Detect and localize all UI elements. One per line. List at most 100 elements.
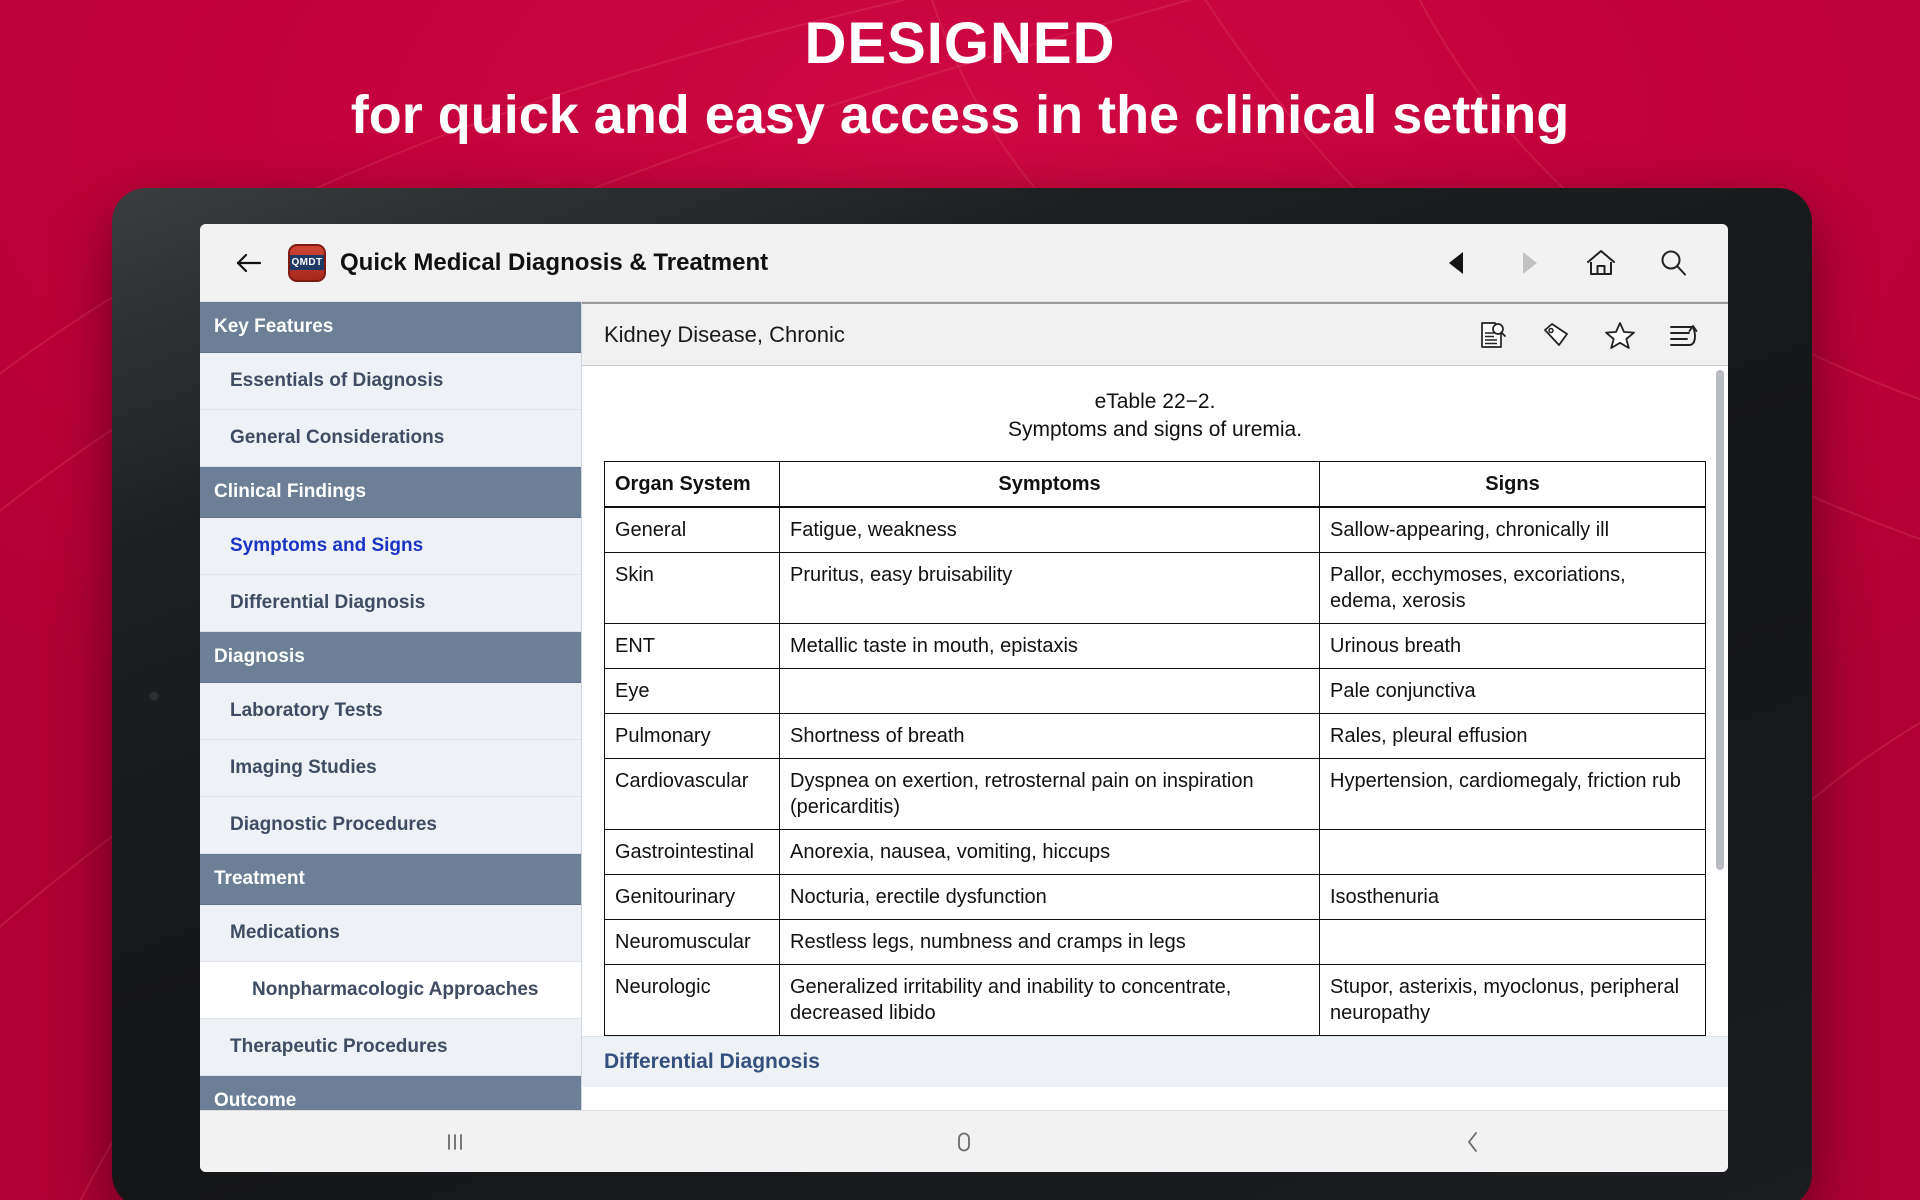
- cell-signs: Hypertension, cardiomegaly, friction rub: [1319, 757, 1706, 830]
- star-glyph: [1605, 321, 1635, 349]
- cell-organ-system: ENT: [604, 622, 780, 669]
- bullet-prefix: See: [638, 1108, 679, 1110]
- promo-headline-line2: for quick and easy access in the clinica…: [350, 84, 1570, 145]
- cell-symptoms: Metallic taste in mouth, epistaxis: [779, 622, 1320, 669]
- cell-symptoms: Generalized irritability and inability t…: [779, 963, 1320, 1036]
- sidebar-group-treatment: Treatment: [200, 854, 581, 905]
- table-row: Gastrointestinal Anorexia, nausea, vomit…: [604, 828, 1706, 875]
- tag-icon[interactable]: [1538, 317, 1574, 353]
- cell-symptoms: [779, 667, 1320, 714]
- document-search-icon[interactable]: [1474, 317, 1510, 353]
- cell-organ-system: Gastrointestinal: [604, 828, 780, 875]
- sidebar-item-therapeutic-procedures[interactable]: Therapeutic Procedures: [200, 1019, 581, 1076]
- sidebar-group-clinical-findings: Clinical Findings: [200, 467, 581, 518]
- sidebar-item-diagnostic-procedures[interactable]: Diagnostic Procedures: [200, 797, 581, 854]
- recents-icon: [447, 1133, 462, 1150]
- document-header: Kidney Disease, Chronic: [582, 302, 1728, 366]
- cell-signs: Stupor, asterixis, myoclonus, peripheral…: [1319, 963, 1706, 1036]
- app-title: Quick Medical Diagnosis & Treatment: [340, 248, 769, 276]
- sidebar-group-key-features: Key Features: [200, 302, 581, 353]
- cell-symptoms: Nocturia, erectile dysfunction: [779, 873, 1320, 920]
- search-glyph: [1661, 250, 1686, 275]
- table-row: Cardiovascular Dyspnea on exertion, retr…: [604, 757, 1706, 830]
- tablet-device-frame: QMDT Quick Medical Diagnosis & Treatment: [112, 188, 1812, 1200]
- sidebar-item-symptoms-and-signs[interactable]: Symptoms and Signs: [200, 518, 581, 575]
- scrollbar-track[interactable]: [1716, 366, 1726, 1110]
- nav-forward-icon[interactable]: [1510, 244, 1548, 282]
- table-caption-line2: Symptoms and signs of uremia.: [1007, 418, 1303, 442]
- table-row: Eye Pale conjunctiva: [604, 667, 1706, 714]
- main-content-pane: Kidney Disease, Chronic eTable 22−2. Sym…: [582, 302, 1728, 1110]
- share-list-icon[interactable]: [1666, 317, 1702, 353]
- table-row: Skin Pruritus, easy bruisability Pallor,…: [604, 551, 1706, 624]
- cell-organ-system: Neuromuscular: [604, 918, 780, 965]
- share-list-glyph: [1670, 324, 1698, 346]
- sidebar-item-essentials-of-diagnosis[interactable]: Essentials of Diagnosis: [200, 353, 581, 410]
- recents-button[interactable]: [200, 1111, 709, 1172]
- page-title: Kidney Disease, Chronic: [604, 321, 845, 347]
- list-item: See Table 22−5: [616, 1101, 1706, 1110]
- table-header-symptoms: Symptoms: [779, 460, 1320, 508]
- cell-symptoms: Restless legs, numbness and cramps in le…: [779, 918, 1320, 965]
- cell-signs: Sallow-appearing, chronically ill: [1319, 506, 1706, 553]
- nav-back-icon[interactable]: [1438, 244, 1476, 282]
- cell-organ-system: Pulmonary: [604, 712, 780, 759]
- sidebar-group-outcome: Outcome: [200, 1076, 581, 1110]
- cell-signs: Urinous breath: [1319, 622, 1706, 669]
- search-icon[interactable]: [1654, 244, 1692, 282]
- cell-symptoms: Fatigue, weakness: [779, 506, 1320, 553]
- app-bar-actions: [1438, 244, 1706, 282]
- cell-organ-system: Cardiovascular: [604, 757, 780, 830]
- android-navigation-bar: [200, 1110, 1728, 1172]
- sidebar-navigation[interactable]: Key Features Essentials of Diagnosis Gen…: [200, 302, 582, 1110]
- cell-signs: [1319, 918, 1706, 965]
- home-icon: [958, 1132, 970, 1151]
- document-scroll-area[interactable]: eTable 22−2. Symptoms and signs of uremi…: [582, 366, 1728, 1110]
- differential-diagnosis-bullets: See Table 22−5: [582, 1087, 1728, 1110]
- section-heading-differential-diagnosis: Differential Diagnosis: [582, 1035, 1728, 1087]
- cell-organ-system: Skin: [604, 551, 780, 624]
- table-caption: eTable 22−2. Symptoms and signs of uremi…: [582, 366, 1728, 449]
- qmdt-app-logo: QMDT: [288, 243, 326, 282]
- sidebar-item-laboratory-tests[interactable]: Laboratory Tests: [200, 683, 581, 740]
- arrow-left-icon[interactable]: [226, 240, 272, 286]
- table-header-signs: Signs: [1319, 460, 1706, 508]
- table-row: ENT Metallic taste in mouth, epistaxis U…: [604, 622, 1706, 669]
- qmdt-logo-text: QMDT: [290, 255, 324, 270]
- sidebar-item-imaging-studies[interactable]: Imaging Studies: [200, 740, 581, 797]
- document-toolbar: [1474, 317, 1702, 353]
- tag-glyph: [1544, 322, 1568, 346]
- document-body: eTable 22−2. Symptoms and signs of uremi…: [582, 366, 1728, 1110]
- home-icon[interactable]: [1582, 244, 1620, 282]
- cell-symptoms: Pruritus, easy bruisability: [779, 551, 1320, 624]
- promo-headline: DESIGNED for quick and easy access in th…: [0, 13, 1920, 148]
- table-22-5-link[interactable]: Table 22−5: [679, 1108, 777, 1110]
- back-icon: [1468, 1131, 1478, 1152]
- cell-signs: Pale conjunctiva: [1319, 667, 1706, 714]
- cell-signs: [1319, 828, 1706, 875]
- content-split: Key Features Essentials of Diagnosis Gen…: [200, 302, 1728, 1110]
- sidebar-item-general-considerations[interactable]: General Considerations: [200, 410, 581, 467]
- home-button[interactable]: [709, 1111, 1218, 1172]
- cell-signs: Pallor, ecchymoses, excoriations, edema,…: [1319, 551, 1706, 624]
- sidebar-item-nonpharmacologic-approaches[interactable]: Nonpharmacologic Approaches: [200, 962, 581, 1019]
- cell-symptoms: Anorexia, nausea, vomiting, hiccups: [779, 828, 1320, 875]
- star-icon[interactable]: [1602, 317, 1638, 353]
- nav-forward-glyph: [1523, 251, 1537, 274]
- document-search-glyph: [1481, 321, 1506, 348]
- promo-background: DESIGNED for quick and easy access in th…: [0, 0, 1920, 1200]
- cell-symptoms: Shortness of breath: [779, 712, 1320, 759]
- sidebar-item-differential-diagnosis[interactable]: Differential Diagnosis: [200, 575, 581, 632]
- back-button[interactable]: [1219, 1111, 1728, 1172]
- table-header-row: Organ System Symptoms Signs: [604, 460, 1706, 508]
- scrollbar-thumb[interactable]: [1716, 370, 1724, 870]
- cell-organ-system: Genitourinary: [604, 873, 780, 920]
- cell-symptoms: Dyspnea on exertion, retrosternal pain o…: [779, 757, 1320, 830]
- cell-signs: Isosthenuria: [1319, 873, 1706, 920]
- home-glyph: [1587, 249, 1615, 275]
- table-row: General Fatigue, weakness Sallow-appeari…: [604, 506, 1706, 553]
- nav-back-glyph: [1449, 251, 1463, 274]
- table-row: Neuromuscular Restless legs, numbness an…: [604, 918, 1706, 965]
- cell-signs: Rales, pleural effusion: [1319, 712, 1706, 759]
- sidebar-item-medications[interactable]: Medications: [200, 905, 581, 962]
